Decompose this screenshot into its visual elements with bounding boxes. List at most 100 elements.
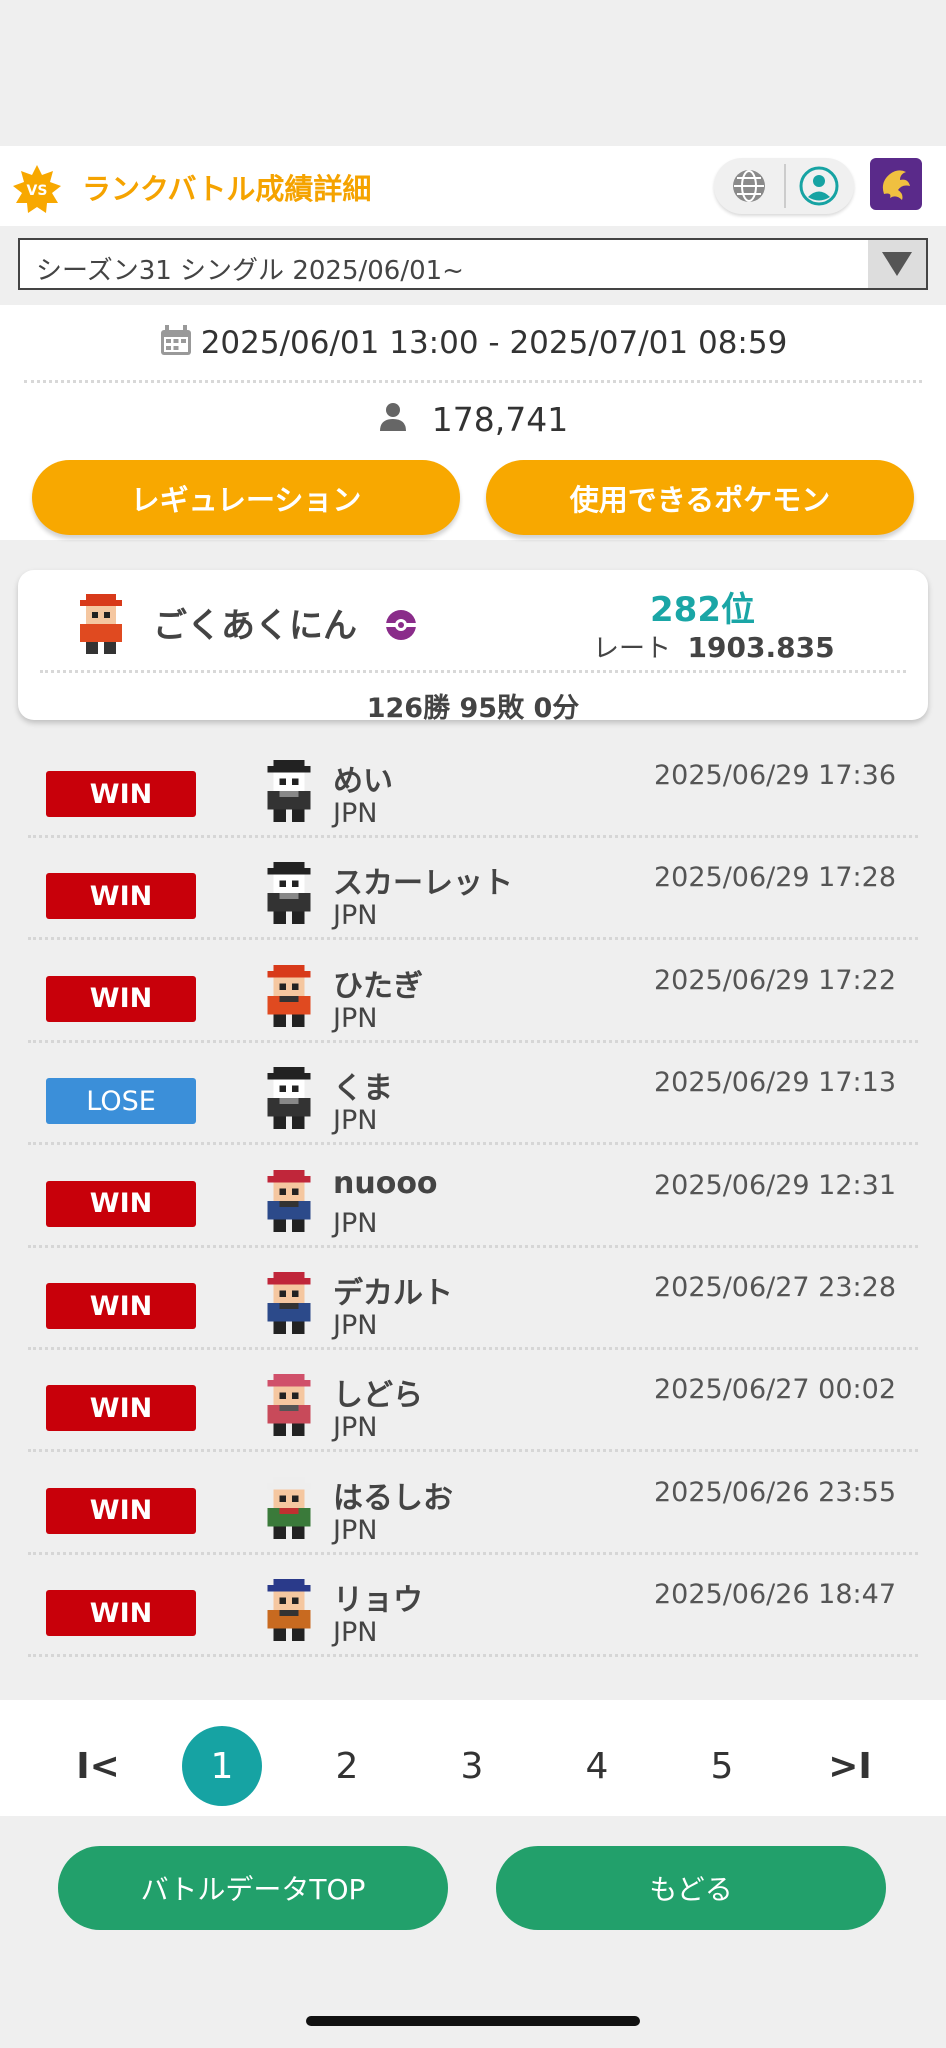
opponent-avatar-icon [267,1374,311,1437]
result-badge: WIN [46,771,196,817]
battle-row[interactable]: WIN ひたぎ JPN 2025/06/29 17:22 [18,941,928,1043]
battle-data-top-button[interactable]: バトルデータTOP [58,1846,448,1930]
player-count: 178,741 [431,400,569,439]
rate-label: レート [593,634,672,664]
page-2-button[interactable]: 2 [307,1726,387,1806]
language-button[interactable] [714,158,784,214]
opponent-name: しどら [333,1378,423,1414]
opponent-avatar-icon [267,1067,311,1130]
usable-pokemon-button[interactable]: 使用できるポケモン [486,460,914,535]
opponent-country: JPN [333,1105,378,1137]
result-badge: LOSE [46,1078,196,1125]
opponent-name: めい [333,764,393,799]
player-name-text: ごくあくにん [153,606,357,646]
player-avatar-icon [80,594,122,654]
opponent-avatar-icon [267,1169,311,1232]
app-header: VS ランクバトル成績詳細 [0,146,946,226]
calendar-icon [160,325,191,355]
battle-row[interactable]: WIN リョウ JPN 2025/06/26 18:47 [18,1555,928,1658]
opponent-name: はるしお [333,1480,453,1516]
divider [24,380,922,383]
battle-time: 2025/06/26 23:55 [653,1476,896,1508]
opponent-avatar-icon [267,1272,311,1334]
page-title: ランクバトル成績詳細 [82,172,372,206]
dropdown-arrow-icon[interactable] [868,240,926,288]
last-page-button[interactable]: >I [810,1726,890,1806]
opponent-country: JPN [333,1207,378,1239]
battle-row[interactable]: WIN nuooo JPN 2025/06/29 12:31 [18,1146,928,1248]
battle-time: 2025/06/27 23:28 [653,1272,896,1303]
battle-time: 2025/06/29 17:28 [653,862,896,894]
battle-time: 2025/06/27 00:02 [653,1374,896,1406]
battle-time: 2025/06/29 12:31 [653,1169,896,1201]
battle-row[interactable]: WIN デカルト JPN 2025/06/27 23:28 [18,1248,928,1350]
battle-time: 2025/06/29 17:36 [653,760,896,791]
status-bar-area [0,0,946,146]
page-5-button[interactable]: 5 [682,1726,762,1806]
battle-time: 2025/06/29 17:13 [653,1067,896,1099]
vs-badge-icon: VS [13,165,61,213]
opponent-country: JPN [333,1310,378,1341]
first-page-button[interactable]: I< [58,1726,138,1806]
dragon-emblem-icon [882,170,910,200]
opponent-country: JPN [333,1617,378,1649]
result-badge: WIN [46,1283,196,1329]
opponent-avatar-icon [267,1476,311,1539]
opponent-country: JPN [333,798,378,829]
opponent-name: nuooo [333,1165,438,1201]
battle-history-list: WIN めい JPN 2025/06/29 17:36 WIN スカーレット JPN 2025… [18,736,928,1680]
player-summary-card: ごくあくにん 282位 レート 1903.835 126勝 95敗 0分 [18,570,928,724]
season-info: 2025/06/01 13:00 - 2025/07/01 08:59 178,… [0,305,946,540]
opponent-country: JPN [333,1002,378,1034]
player-name: ごくあくにん [153,598,419,647]
rate-value: 1903.835 [687,631,835,664]
page-1-button[interactable]: 1 [182,1726,262,1806]
back-button[interactable]: もどる [496,1846,886,1930]
ball-icon [385,610,416,640]
user-circle-icon [799,166,839,206]
page-4-button[interactable]: 4 [557,1726,637,1806]
opponent-avatar-icon [267,964,311,1027]
person-icon [379,403,406,431]
season-select[interactable]: シーズン31 シングル 2025/06/01~ [18,238,928,290]
battle-row[interactable]: WIN スカーレット JPN 2025/06/29 17:28 [18,838,928,941]
player-rate: レート 1903.835 [593,628,835,665]
opponent-name: リョウ [333,1583,423,1619]
opponent-country: JPN [333,1412,378,1444]
battle-row[interactable]: WIN はるしお JPN 2025/06/26 23:55 [18,1453,928,1555]
opponent-avatar-icon [267,862,311,925]
opponent-name: スカーレット [333,866,513,902]
battle-time: 2025/06/29 17:22 [653,964,896,996]
player-count-row: 178,741 [0,400,946,439]
opponent-country: JPN [333,1514,378,1546]
result-badge: WIN [46,1487,196,1534]
divider [28,1654,918,1658]
opponent-name: くま [333,1071,393,1107]
opponent-country: JPN [333,900,378,932]
player-rank: 282位 [650,590,755,630]
battle-row[interactable]: LOSE くま JPN 2025/06/29 17:13 [18,1043,928,1146]
result-badge: WIN [46,1385,196,1432]
opponent-avatar-icon [267,760,311,822]
regulation-button[interactable]: レギュレーション [32,460,460,535]
season-selected-value: シーズン31 シングル 2025/06/01~ [36,256,464,286]
result-badge: WIN [46,1180,196,1227]
home-indicator [306,2016,640,2026]
account-button[interactable] [784,158,854,214]
game-logo-icon[interactable] [870,158,922,210]
divider [40,670,906,673]
battle-row[interactable]: WIN しどら JPN 2025/06/27 00:02 [18,1350,928,1453]
globe-icon [733,170,765,202]
battle-time: 2025/06/26 18:47 [653,1579,896,1611]
opponent-name: デカルト [333,1276,453,1311]
page-3-button[interactable]: 3 [432,1726,512,1806]
opponent-name: ひたぎ [333,968,423,1004]
result-badge: WIN [46,1590,196,1637]
battle-row[interactable]: WIN めい JPN 2025/06/29 17:36 [18,736,928,838]
opponent-avatar-icon [267,1579,311,1642]
result-badge: WIN [46,873,196,920]
header-icon-group [714,158,854,214]
result-badge: WIN [46,975,196,1022]
win-loss-record: 126勝 95敗 0分 [366,693,580,724]
season-period-row: 2025/06/01 13:00 - 2025/07/01 08:59 [0,325,946,361]
